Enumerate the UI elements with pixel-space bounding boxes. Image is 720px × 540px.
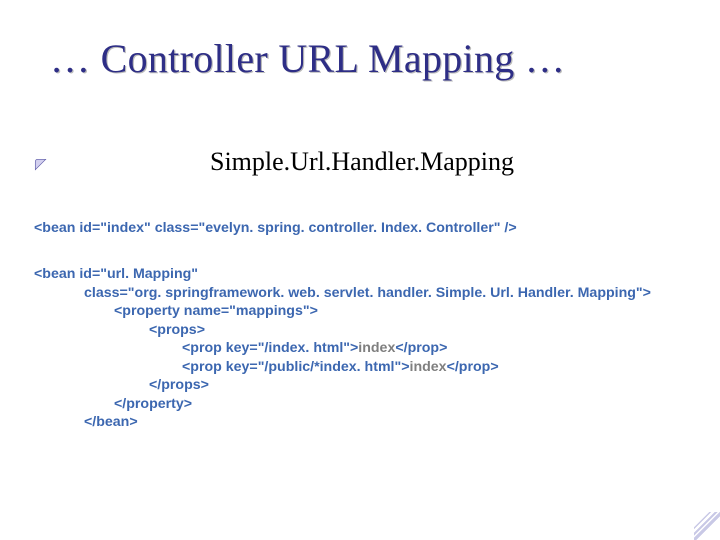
- attr: key="/public/*index. html">: [226, 359, 410, 375]
- code-line: <bean id="url. Mapping": [34, 265, 682, 283]
- code-line: </props>: [34, 376, 682, 394]
- page-title: … Controller URL Mapping …: [50, 35, 682, 82]
- tag-open: <bean: [34, 266, 79, 282]
- tag-close: </prop>: [447, 359, 499, 375]
- code-line: <props>: [34, 321, 682, 339]
- attr: id="index": [79, 220, 154, 236]
- attr-val: "org. springframework. web. servlet. han…: [128, 285, 643, 301]
- tag: </props>: [149, 377, 209, 393]
- attr: class="evelyn. spring. controller. Index…: [155, 220, 505, 236]
- code-line: </bean>: [34, 413, 682, 431]
- attr: name="mappings": [184, 303, 310, 319]
- code-line: <property name="mappings">: [34, 302, 682, 320]
- bullet-icon: [34, 158, 47, 171]
- code-line: </property>: [34, 395, 682, 413]
- corner-decoration-icon: [694, 512, 720, 540]
- tag-end: >: [643, 285, 651, 301]
- tag-end: >: [310, 303, 318, 319]
- text: index: [410, 359, 447, 375]
- tag-open: <bean: [34, 220, 79, 236]
- blank-line: [34, 237, 682, 265]
- attr: key="/index. html">: [226, 340, 359, 356]
- slide: … Controller URL Mapping … Simple.Url.Ha…: [0, 0, 720, 540]
- tag: </property>: [114, 396, 192, 412]
- tag: </bean>: [84, 414, 138, 430]
- attr: id="url. Mapping": [79, 266, 198, 282]
- tag: <props>: [149, 322, 205, 338]
- tag-close: </prop>: [395, 340, 447, 356]
- subtitle: Simple.Url.Handler.Mapping: [210, 147, 514, 177]
- code-line: <prop key="/index. html">index</prop>: [34, 339, 682, 357]
- code-line: <bean id="index" class="evelyn. spring. …: [34, 219, 682, 237]
- tag-open: <prop: [182, 340, 226, 356]
- code-block: <bean id="index" class="evelyn. spring. …: [34, 219, 682, 432]
- code-line: <prop key="/public/*index. html">index</…: [34, 358, 682, 376]
- subtitle-row: Simple.Url.Handler.Mapping: [34, 147, 682, 177]
- tag-open: <prop: [182, 359, 226, 375]
- attr-name: class=: [84, 285, 128, 301]
- tag-open: <property: [114, 303, 184, 319]
- text: index: [358, 340, 395, 356]
- code-line: class="org. springframework. web. servle…: [34, 284, 682, 302]
- tag-close: />: [504, 220, 516, 236]
